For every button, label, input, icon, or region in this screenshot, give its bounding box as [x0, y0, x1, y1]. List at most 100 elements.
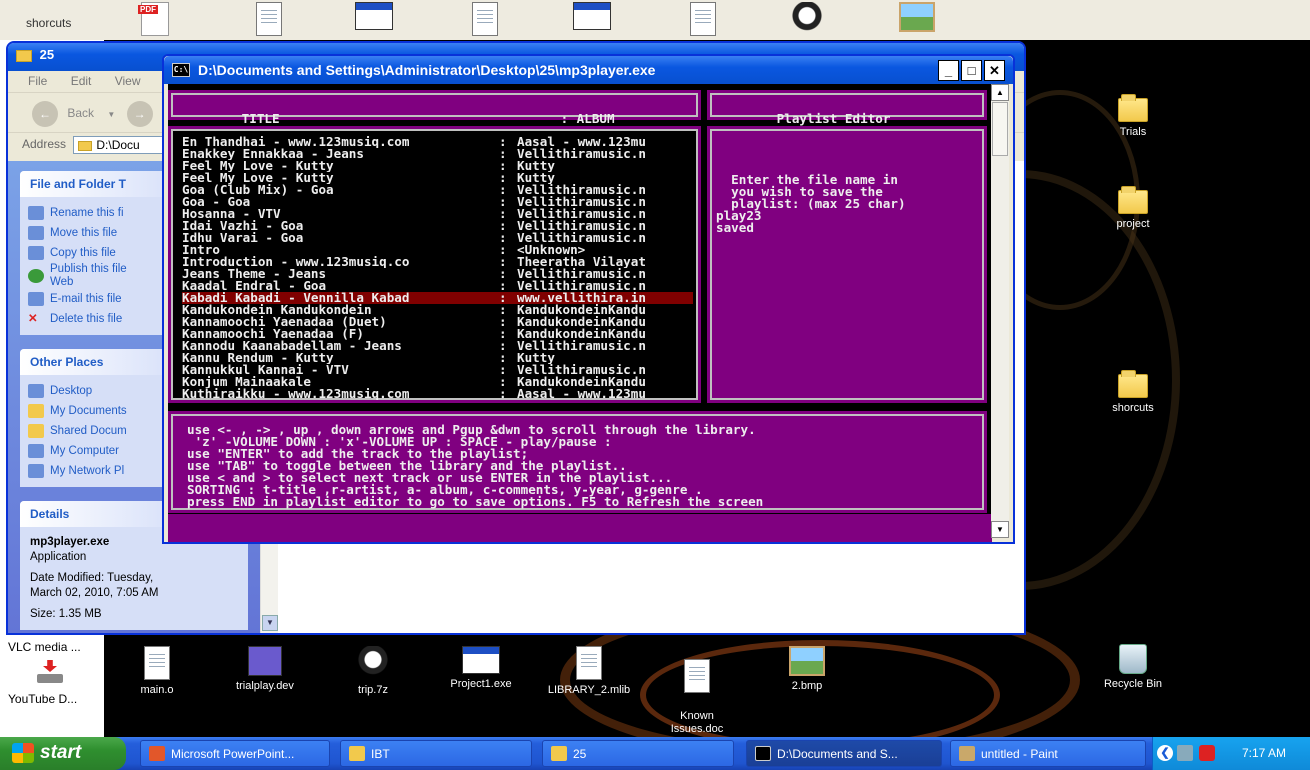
desktop-icon-project1-exe[interactable]: Project1.exe: [436, 646, 526, 690]
desktop-icon-trials[interactable]: Trials: [1088, 94, 1178, 138]
desktop-icon-recycle-bin[interactable]: Recycle Bin: [1088, 644, 1178, 690]
library-row[interactable]: En Thandhai - www.123musiq.com: Aasal - w…: [182, 135, 693, 148]
details-modified-date: March 02, 2010, 7:05 AM: [30, 587, 159, 599]
close-button[interactable]: ✕: [984, 59, 1005, 81]
track-album: Vellithiramusic.n: [517, 196, 646, 208]
track-title: Introduction - www.123musiq.co: [182, 256, 410, 268]
notepad-file-icon[interactable]: [686, 2, 720, 36]
vlc-shortcut-label[interactable]: VLC media ...: [8, 640, 81, 654]
scroll-down-arrow-icon[interactable]: ▼: [991, 521, 1009, 538]
track-album: Kutty: [517, 352, 555, 364]
minimize-button[interactable]: _: [938, 59, 959, 81]
playlist-editor-text[interactable]: Enter the file name in you wish to save …: [716, 173, 906, 234]
library-row[interactable]: Kandukondein Kandukondein: KandukondeinKa…: [182, 303, 693, 316]
library-row[interactable]: Intro: <Unknown>: [182, 243, 693, 256]
taskbar-paint[interactable]: untitled - Paint: [950, 740, 1146, 767]
taskbar-powerpoint[interactable]: Microsoft PowerPoint...: [140, 740, 330, 767]
scroll-thumb[interactable]: [992, 102, 1008, 156]
library-row[interactable]: Jeans Theme - Jeans: Vellithiramusic.n: [182, 267, 693, 280]
desktop-icon-2-bmp[interactable]: 2.bmp: [762, 646, 852, 692]
desktop-icon-project[interactable]: project: [1088, 186, 1178, 230]
rename-icon: [28, 206, 44, 220]
window-app-icon-2[interactable]: [572, 2, 612, 36]
desktop-icon-label: main.o: [140, 684, 174, 696]
move-icon: [28, 226, 44, 240]
place-label: Shared Docum: [50, 425, 127, 437]
desktop-icon-library-mlib[interactable]: LIBRARY_2.mlib: [544, 646, 634, 696]
7z-archive-icon[interactable]: [790, 2, 824, 36]
bitmap-file-icon: [789, 646, 825, 676]
library-row[interactable]: Kannamoochi Yaenadaa (F): KandukondeinKan…: [182, 327, 693, 340]
taskbar-label: D:\Documents and S...: [777, 747, 898, 761]
window-app-icon[interactable]: [354, 2, 394, 36]
library-row[interactable]: Idai Vazhi - Goa: Vellithiramusic.n: [182, 219, 693, 232]
track-album: Vellithiramusic.n: [517, 208, 646, 220]
place-label: Desktop: [50, 385, 93, 397]
library-row[interactable]: Kannu Rendum - Kutty: Kutty: [182, 351, 693, 364]
scroll-down-arrow-icon[interactable]: ▼: [262, 615, 278, 631]
folder-icon: [1118, 94, 1148, 122]
menu-view[interactable]: View: [115, 74, 141, 88]
library-row[interactable]: Hosanna - VTV: Vellithiramusic.n: [182, 207, 693, 220]
desktop-icon-known-issues[interactable]: Known Issues.doc: [652, 646, 742, 749]
library-row[interactable]: Kabadi Kabadi - Vennilla Kabad: www.velli…: [182, 291, 693, 304]
console-scrollbar[interactable]: ▲ ▼: [991, 84, 1009, 538]
taskbar-mp3player[interactable]: D:\Documents and S...: [746, 740, 942, 767]
folder-icon: [349, 746, 365, 761]
dropdown-arrow-icon[interactable]: ▼: [107, 110, 115, 119]
shortcuts-label[interactable]: shorcuts: [26, 16, 71, 30]
bitmap-file-icon[interactable]: [898, 2, 936, 36]
library-row[interactable]: Kannodu Kaanabadellam - Jeans: Vellithira…: [182, 339, 693, 352]
album-column-header[interactable]: ALBUM: [577, 111, 615, 126]
library-row[interactable]: Goa - Goa: Vellithiramusic.n: [182, 195, 693, 208]
library-row[interactable]: Enakkey Ennakkaa - Jeans: Vellithiramusic…: [182, 147, 693, 160]
network-tray-icon[interactable]: [1177, 745, 1193, 761]
title-column-header[interactable]: TITLE: [242, 111, 280, 126]
taskbar-25[interactable]: 25: [542, 740, 734, 767]
desktop-icon-label: trialplay.dev: [236, 680, 294, 692]
forward-arrow-icon[interactable]: →: [126, 101, 153, 127]
taskbar-ibt[interactable]: IBT: [340, 740, 532, 767]
desktop-icon-label: Known Issues.doc: [670, 710, 724, 735]
library-row[interactable]: Feel My Love - Kutty: Kutty: [182, 159, 693, 172]
document-file-icon[interactable]: [252, 2, 286, 36]
library-row[interactable]: Kuthiraikku - www.123musiq.com: Aasal - w…: [182, 387, 693, 400]
back-arrow-icon[interactable]: ←: [32, 101, 58, 127]
pdf-file-icon[interactable]: [138, 2, 172, 36]
menu-edit[interactable]: Edit: [71, 74, 92, 88]
desktop-icon-shorcuts[interactable]: shorcuts: [1088, 370, 1178, 414]
desktop-icon-trip-7z[interactable]: trip.7z: [328, 646, 418, 696]
start-button[interactable]: start: [0, 737, 126, 770]
youtube-downloader-icon[interactable]: [30, 660, 70, 686]
library-row[interactable]: Konjum Mainaakale: KandukondeinKandu: [182, 375, 693, 388]
menu-file[interactable]: File: [28, 74, 47, 88]
tray-expand-icon[interactable]: ❮: [1157, 745, 1173, 761]
file-icon[interactable]: [468, 2, 502, 36]
library-row[interactable]: Kannukkul Kannai - VTV: Vellithiramusic.n: [182, 363, 693, 376]
clock[interactable]: 7:17 AM: [1242, 746, 1286, 760]
track-title: Kannu Rendum - Kutty: [182, 352, 334, 364]
console-screen[interactable]: TITLE : ALBUM Playlist Editor En Thandha…: [168, 84, 992, 542]
desktop-icon-trialplay-dev[interactable]: trialplay.dev: [220, 646, 310, 692]
maximize-button[interactable]: □: [961, 59, 982, 81]
desktop-icon-label: shorcuts: [1112, 402, 1154, 414]
desktop-icon-label: Recycle Bin: [1103, 678, 1163, 690]
desktop-icon-main-o[interactable]: main.o: [112, 646, 202, 696]
library-row[interactable]: Feel My Love - Kutty: Kutty: [182, 171, 693, 184]
library-list[interactable]: En Thandhai - www.123musiq.com: Aasal - w…: [182, 135, 693, 400]
youtube-downloader-label[interactable]: YouTube D...: [8, 692, 77, 706]
desktop-icon-label: trip.7z: [358, 684, 388, 696]
track-title: Kuthiraikku - www.123musiq.com: [182, 388, 410, 400]
library-row[interactable]: Kannamoochi Yaenadaa (Duet): Kandukondein…: [182, 315, 693, 328]
acrobat-tray-icon[interactable]: [1199, 745, 1215, 761]
library-row[interactable]: Introduction - www.123musiq.co: Theeratha…: [182, 255, 693, 268]
scroll-up-arrow-icon[interactable]: ▲: [991, 84, 1009, 101]
help-line: press END in playlist editor to go to sa…: [187, 494, 764, 509]
library-row[interactable]: Goa (Club Mix) - Goa: Vellithiramusic.n: [182, 183, 693, 196]
back-button-label[interactable]: Back: [67, 106, 94, 120]
library-row[interactable]: Kaadal Endral - Goa: Vellithiramusic.n: [182, 279, 693, 292]
console-titlebar[interactable]: C:\ D:\Documents and Settings\Administra…: [164, 56, 1013, 84]
track-title: Kandukondein Kandukondein: [182, 304, 372, 316]
folder-icon: [78, 140, 93, 151]
library-row[interactable]: Idhu Varai - Goa: Vellithiramusic.n: [182, 231, 693, 244]
